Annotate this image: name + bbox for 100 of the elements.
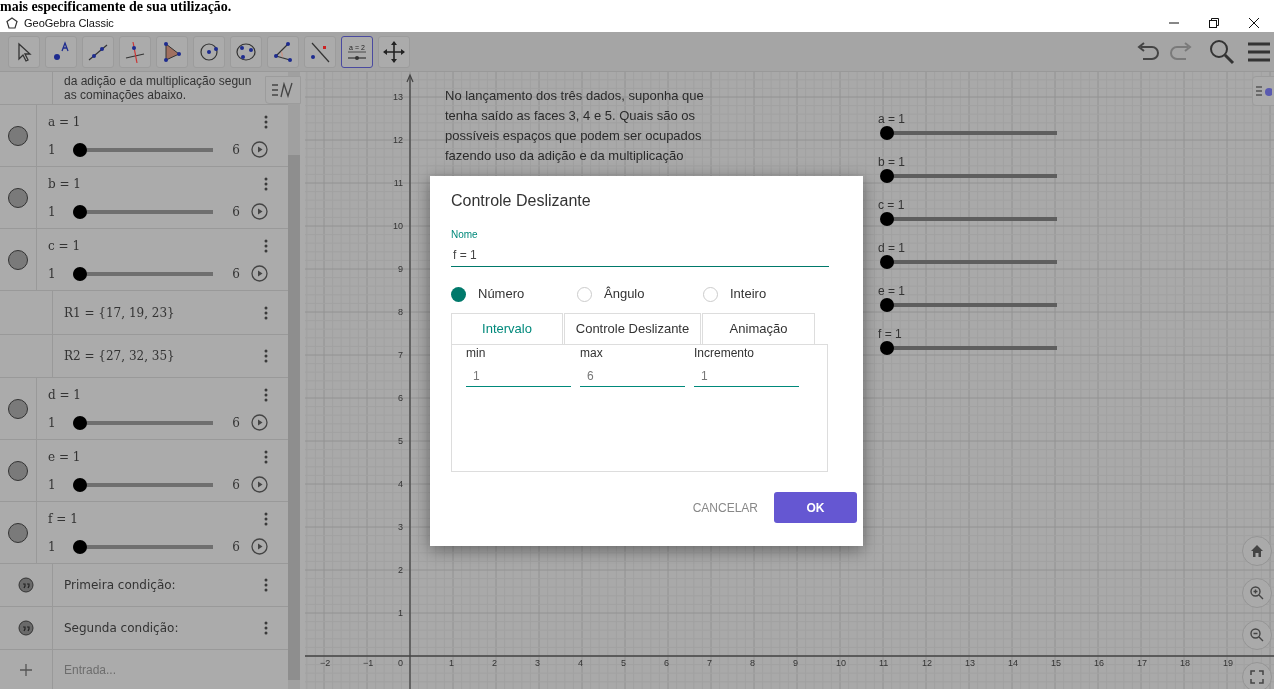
algebra-entry[interactable]: e = 1: [48, 447, 81, 466]
algebra-entry[interactable]: Segunda condição:: [64, 619, 179, 637]
axis-label: 12: [392, 135, 403, 145]
slider-thumb[interactable]: [73, 142, 87, 157]
radio-button[interactable]: [451, 286, 466, 302]
tab[interactable]: Controle Deslizante: [564, 313, 701, 344]
radio-option[interactable]: Número: [451, 284, 577, 304]
number-field[interactable]: 1: [466, 365, 571, 387]
algebra-entry[interactable]: f = 1: [48, 509, 78, 528]
slider-track[interactable]: [73, 266, 213, 281]
radio-option[interactable]: Ângulo: [577, 284, 703, 304]
cancel-button[interactable]: CANCELAR: [690, 492, 760, 523]
algebra-entry[interactable]: R2 = {27, 32, 35}: [64, 347, 175, 365]
fullscreen-button[interactable]: [1242, 662, 1272, 689]
slider-track[interactable]: [73, 415, 213, 430]
more-options-icon[interactable]: [264, 305, 268, 320]
slider-thumb[interactable]: [880, 169, 894, 183]
more-options-icon[interactable]: [264, 114, 268, 129]
slider-track[interactable]: [73, 539, 213, 554]
field-label: Nome: [451, 229, 479, 241]
tool-button[interactable]: [267, 35, 299, 68]
tool-button[interactable]: [82, 35, 114, 68]
visibility-toggle[interactable]: [8, 398, 28, 419]
tool-button[interactable]: [156, 35, 188, 68]
more-options-icon[interactable]: [264, 387, 268, 402]
visibility-toggle[interactable]: [8, 125, 28, 146]
slider-thumb[interactable]: [880, 298, 894, 312]
more-options-icon[interactable]: [264, 621, 268, 635]
algebra-entry[interactable]: d = 1: [48, 385, 81, 404]
axis-label: 11: [879, 658, 889, 668]
slider-track[interactable]: [880, 169, 1057, 183]
tool-button[interactable]: [45, 35, 77, 68]
slider-thumb[interactable]: [880, 126, 894, 140]
slider-label: e = 1: [878, 284, 907, 298]
slider-thumb[interactable]: [880, 341, 894, 355]
radio-option[interactable]: Inteiro: [703, 284, 829, 304]
slider-min: 1: [48, 414, 57, 432]
number-field[interactable]: 1: [694, 365, 799, 387]
style-bar-toggle[interactable]: [265, 76, 301, 104]
radio-button[interactable]: [703, 286, 718, 302]
slider-thumb[interactable]: [73, 266, 87, 281]
slider-thumb[interactable]: [73, 477, 87, 492]
more-options-icon[interactable]: [264, 578, 268, 592]
more-options-icon[interactable]: [264, 349, 268, 363]
slider-track[interactable]: [73, 477, 213, 492]
algebra-entry[interactable]: b = 1: [48, 174, 81, 193]
undo-icon[interactable]: [1135, 40, 1161, 63]
slider-track[interactable]: [880, 126, 1057, 140]
visibility-toggle[interactable]: [8, 249, 28, 270]
tool-button[interactable]: [230, 35, 262, 68]
scrollbar[interactable]: [288, 72, 300, 689]
slider-track[interactable]: [880, 212, 1057, 226]
play-icon[interactable]: [251, 265, 268, 282]
graphics-style-bar-toggle[interactable]: [1252, 76, 1274, 106]
slider-thumb[interactable]: [73, 539, 87, 554]
slider-thumb[interactable]: [880, 255, 894, 269]
slider-track[interactable]: [880, 341, 1057, 355]
slider-thumb[interactable]: [880, 212, 894, 226]
menu-icon[interactable]: [1248, 41, 1270, 62]
slider-thumb[interactable]: [73, 415, 87, 430]
visibility-toggle[interactable]: [8, 522, 28, 543]
more-options-icon[interactable]: [264, 176, 268, 191]
number-field[interactable]: 6: [580, 365, 685, 387]
algebra-entry[interactable]: a = 1: [48, 112, 81, 131]
tool-button[interactable]: [193, 35, 225, 68]
play-icon[interactable]: [251, 203, 268, 220]
slider-track[interactable]: [73, 204, 213, 219]
quote-icon: [18, 620, 34, 636]
home-button[interactable]: [1242, 536, 1272, 566]
algebra-entry[interactable]: R1 = {17, 19, 23}: [64, 303, 175, 322]
more-options-icon[interactable]: [264, 238, 268, 253]
tool-button[interactable]: [304, 35, 336, 68]
visibility-toggle[interactable]: [8, 460, 28, 481]
visibility-toggle[interactable]: [8, 187, 28, 208]
tool-button[interactable]: [8, 35, 40, 68]
fullscreen-icon: [1250, 670, 1264, 684]
plus-icon[interactable]: [20, 663, 32, 676]
algebra-entry[interactable]: c = 1: [48, 236, 81, 255]
more-options-icon[interactable]: [264, 511, 268, 526]
slider-track[interactable]: [880, 298, 1057, 312]
search-icon[interactable]: [1209, 38, 1235, 65]
input-field[interactable]: Entrada...: [53, 650, 288, 689]
radio-button[interactable]: [577, 286, 592, 302]
tool-button[interactable]: [119, 35, 151, 68]
ok-button[interactable]: OK: [774, 492, 857, 523]
slider-track[interactable]: [880, 255, 1057, 269]
tool-button[interactable]: [378, 35, 410, 68]
play-icon[interactable]: [251, 538, 268, 555]
slider-thumb[interactable]: [73, 204, 87, 219]
name-field[interactable]: f = 1: [451, 243, 829, 267]
more-options-icon[interactable]: [264, 449, 268, 464]
play-icon[interactable]: [251, 414, 268, 431]
algebra-entry[interactable]: Primeira condição:: [64, 576, 176, 594]
tab[interactable]: Animação: [702, 313, 815, 344]
axis-label: 8: [397, 307, 403, 317]
tab[interactable]: Intervalo: [451, 313, 563, 344]
slider-track[interactable]: [73, 142, 213, 157]
play-icon[interactable]: [251, 141, 268, 158]
play-icon[interactable]: [251, 476, 268, 493]
zoom-out-button[interactable]: [1242, 620, 1272, 650]
